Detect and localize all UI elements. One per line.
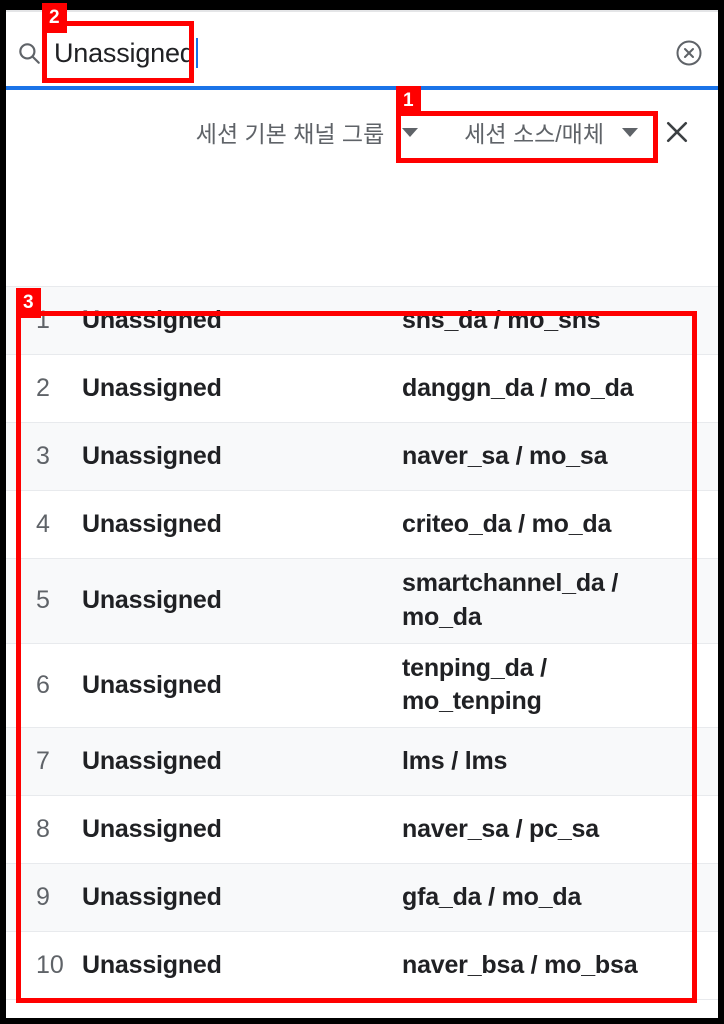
table-row[interactable]: 7 Unassigned lms / lms bbox=[6, 728, 718, 796]
annotation-badge-3: 3 bbox=[16, 288, 41, 318]
search-icon[interactable] bbox=[16, 40, 42, 66]
table-row[interactable]: 3 Unassigned naver_sa / mo_sa bbox=[6, 423, 718, 491]
table-row[interactable]: 9 Unassigned gfa_da / mo_da bbox=[6, 864, 718, 932]
primary-dimension-label: 세션 소스/매체 bbox=[464, 121, 604, 147]
row-source: tenping_da / mo_tenping bbox=[402, 653, 547, 716]
row-channel: Unassigned bbox=[82, 747, 222, 775]
row-channel: Unassigned bbox=[82, 670, 222, 699]
row-index: 7 bbox=[36, 747, 50, 775]
dimension-selector-bar: 세션 기본 채널 그룹 세션 소스/매체 bbox=[6, 90, 718, 174]
clear-circle-x-icon[interactable] bbox=[674, 38, 704, 68]
row-source: naver_sa / pc_sa bbox=[402, 814, 599, 843]
chevron-down-icon bbox=[622, 127, 638, 137]
row-source: gfa_da / mo_da bbox=[402, 882, 582, 911]
app-page: Unassigned 세션 기본 채널 그룹 세션 소스/매체 1 Unassi… bbox=[6, 10, 718, 1018]
results-table: 1 Unassigned sns_da / mo_sns 2 Unassigne… bbox=[6, 286, 718, 1000]
row-source: naver_sa / mo_sa bbox=[402, 441, 608, 470]
table-row[interactable]: 10 Unassigned naver_bsa / mo_bsa bbox=[6, 932, 718, 1000]
search-bar: Unassigned bbox=[6, 10, 718, 90]
content-spacer bbox=[6, 174, 718, 286]
secondary-dimension-label: 세션 기본 채널 그룹 bbox=[195, 121, 385, 147]
screenshot-frame: Unassigned 세션 기본 채널 그룹 세션 소스/매체 1 Unassi… bbox=[0, 0, 724, 1024]
search-input-value: Unassigned bbox=[54, 37, 195, 68]
row-channel: Unassigned bbox=[82, 586, 222, 615]
table-row[interactable]: 1 Unassigned sns_da / mo_sns bbox=[6, 287, 718, 355]
secondary-dimension-dropdown[interactable]: 세션 기본 채널 그룹 bbox=[190, 109, 424, 155]
row-index: 9 bbox=[36, 883, 50, 911]
row-source: smartchannel_da / mo_da bbox=[402, 569, 619, 631]
row-channel: Unassigned bbox=[82, 374, 222, 402]
row-index: 3 bbox=[36, 442, 50, 470]
chevron-down-icon bbox=[402, 127, 419, 137]
row-index: 6 bbox=[36, 670, 50, 699]
table-row[interactable]: 4 Unassigned criteo_da / mo_da bbox=[6, 491, 718, 559]
row-channel: Unassigned bbox=[82, 306, 222, 334]
row-source: lms / lms bbox=[402, 746, 508, 775]
row-index: 10 bbox=[36, 951, 64, 979]
row-source: danggn_da / mo_da bbox=[402, 373, 634, 402]
row-source: naver_bsa / mo_bsa bbox=[402, 950, 638, 979]
search-input[interactable]: Unassigned bbox=[54, 34, 628, 72]
row-index: 4 bbox=[36, 510, 50, 538]
row-index: 2 bbox=[36, 374, 50, 402]
table-row[interactable]: 5 Unassigned smartchannel_da / mo_da bbox=[6, 559, 718, 644]
row-source: criteo_da / mo_da bbox=[402, 509, 612, 538]
row-index: 8 bbox=[36, 815, 50, 843]
row-source: sns_da / mo_sns bbox=[402, 305, 601, 334]
annotation-badge-2: 2 bbox=[42, 3, 67, 33]
row-channel: Unassigned bbox=[82, 510, 222, 538]
text-caret bbox=[195, 38, 198, 68]
annotation-badge-1: 1 bbox=[396, 86, 421, 116]
row-channel: Unassigned bbox=[82, 442, 222, 470]
primary-dimension-dropdown[interactable]: 세션 소스/매체 bbox=[458, 109, 644, 155]
row-channel: Unassigned bbox=[82, 951, 222, 979]
table-row[interactable]: 2 Unassigned danggn_da / mo_da bbox=[6, 355, 718, 423]
table-row[interactable]: 8 Unassigned naver_sa / pc_sa bbox=[6, 796, 718, 864]
table-row[interactable]: 6 Unassigned tenping_da / mo_tenping bbox=[6, 643, 718, 728]
row-channel: Unassigned bbox=[82, 883, 222, 911]
row-index: 5 bbox=[36, 586, 50, 615]
row-channel: Unassigned bbox=[82, 815, 222, 843]
remove-dimension-button[interactable] bbox=[662, 117, 692, 147]
